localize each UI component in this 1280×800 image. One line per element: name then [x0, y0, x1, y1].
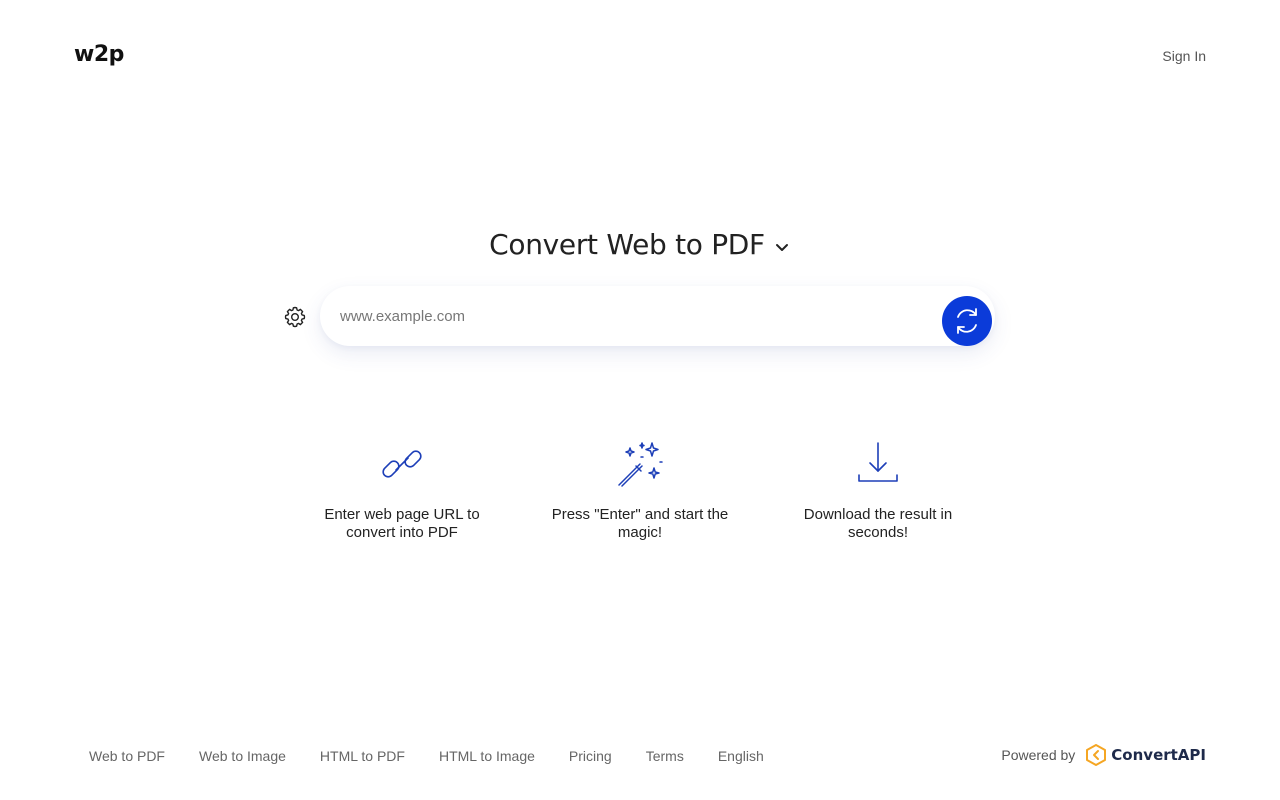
convertapi-logo-icon	[1086, 744, 1107, 766]
download-icon	[858, 442, 898, 482]
step-enter-url: Enter web page URL to convert into PDF	[302, 440, 502, 542]
language-selector[interactable]: English	[718, 748, 764, 764]
url-search-bar	[320, 286, 995, 346]
step-press-enter: Press "Enter" and start the magic!	[540, 440, 740, 542]
site-footer: Web to PDF Web to Image HTML to PDF HTML…	[0, 740, 1280, 780]
url-input[interactable]	[340, 302, 930, 330]
powered-by: Powered by ConvertAPI	[1001, 744, 1206, 766]
gear-icon[interactable]	[283, 305, 307, 329]
chevron-down-icon	[775, 243, 788, 251]
magic-wand-icon	[618, 442, 663, 487]
step-label: Download the result in seconds!	[803, 506, 953, 541]
hero-title-wrap: Convert Web to PDF	[0, 228, 1280, 261]
refresh-icon	[957, 308, 977, 334]
powered-by-label: Powered by	[1001, 747, 1076, 763]
brand-name: ConvertAPI	[1111, 746, 1206, 764]
footer-link-html-to-pdf[interactable]: HTML to PDF	[320, 748, 405, 764]
footer-link-html-to-image[interactable]: HTML to Image	[439, 748, 535, 764]
footer-link-web-to-pdf[interactable]: Web to PDF	[89, 748, 165, 764]
link-icon	[382, 450, 422, 478]
step-label: Press "Enter" and start the magic!	[551, 506, 729, 541]
site-header: w2p Sign In	[0, 0, 1280, 110]
convertapi-link[interactable]: ConvertAPI	[1085, 744, 1206, 766]
step-download: Download the result in seconds!	[778, 440, 978, 542]
footer-link-terms[interactable]: Terms	[646, 748, 684, 764]
footer-link-web-to-image[interactable]: Web to Image	[199, 748, 286, 764]
page-title: Convert Web to PDF	[489, 228, 765, 261]
step-label: Enter web page URL to convert into PDF	[324, 506, 480, 541]
sign-in-link[interactable]: Sign In	[1162, 48, 1206, 64]
convert-button[interactable]	[942, 296, 992, 346]
conversion-type-dropdown[interactable]: Convert Web to PDF	[489, 228, 791, 261]
footer-nav: Web to PDF Web to Image HTML to PDF HTML…	[89, 748, 798, 764]
footer-link-pricing[interactable]: Pricing	[569, 748, 612, 764]
logo[interactable]: w2p	[74, 42, 124, 67]
